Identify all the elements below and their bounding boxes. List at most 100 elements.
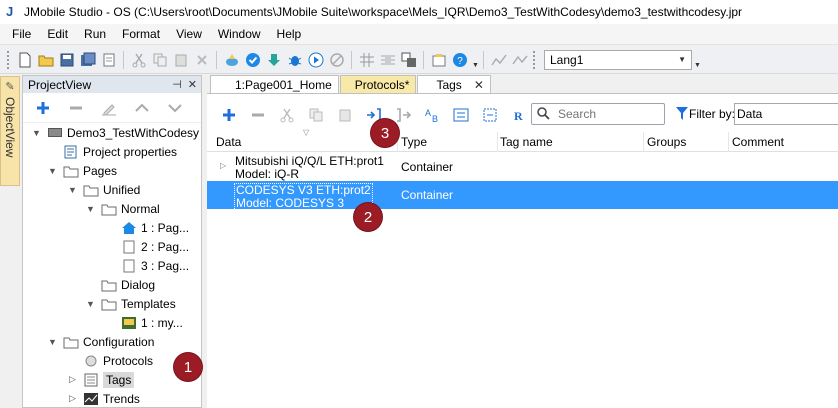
- tree-item[interactable]: ▼ Templates: [85, 294, 176, 313]
- tree-item[interactable]: ▼ Unified: [67, 180, 140, 199]
- toolbar-grip[interactable]: [533, 50, 537, 69]
- language-select[interactable]: Lang1 ▼: [544, 49, 692, 70]
- tree-item[interactable]: Project properties: [47, 142, 177, 161]
- column-header-comment[interactable]: Comment: [732, 135, 784, 149]
- menu-run[interactable]: Run: [76, 24, 114, 44]
- move-up-icon[interactable]: [132, 98, 152, 118]
- column-header-data[interactable]: Data: [216, 135, 241, 149]
- splitter[interactable]: [202, 75, 206, 408]
- menu-file[interactable]: File: [4, 24, 39, 44]
- column-divider[interactable]: [643, 132, 644, 152]
- tree-item[interactable]: ▼ Demo3_TestWithCodesy: [31, 123, 199, 142]
- tab-protocols[interactable]: Protocols*: [339, 75, 417, 93]
- add-icon[interactable]: [33, 98, 53, 118]
- stop-icon[interactable]: [327, 50, 346, 69]
- expand-toggle-icon[interactable]: ▼: [67, 185, 78, 195]
- tree-item[interactable]: 3 : Pag...: [105, 256, 189, 275]
- cut-icon[interactable]: [277, 105, 297, 125]
- expand-toggle-icon[interactable]: ▼: [47, 337, 58, 347]
- row-model: Model: CODESYS 3: [236, 196, 345, 210]
- build-icon[interactable]: [222, 50, 241, 69]
- paste-icon[interactable]: [171, 50, 190, 69]
- expand-toggle-icon[interactable]: ▼: [47, 166, 58, 176]
- debug-icon[interactable]: [285, 50, 304, 69]
- filter-by-select[interactable]: Data: [734, 103, 838, 125]
- table-row-selected[interactable]: CODESYS V3 ETH:prot2 Model: CODESYS 3 Co…: [207, 181, 838, 211]
- close-icon[interactable]: ✕: [474, 78, 484, 92]
- project-view-header: ProjectView ⊣ ✕: [23, 76, 201, 93]
- tab-page001-home[interactable]: 1:Page001_Home: [210, 75, 339, 93]
- dictionary-icon[interactable]: [480, 105, 500, 125]
- run-icon[interactable]: [306, 50, 325, 69]
- group-tags-icon[interactable]: [451, 105, 471, 125]
- window-title: JMobile Studio - OS (C:\Users\root\Docum…: [24, 5, 743, 19]
- column-header-groups[interactable]: Groups: [647, 135, 686, 149]
- delete-icon[interactable]: [192, 50, 211, 69]
- toolbar-overflow-icon[interactable]: ▼: [694, 51, 701, 69]
- chart-icon[interactable]: [489, 50, 508, 69]
- toolbar-overflow-icon[interactable]: ▼: [472, 51, 479, 69]
- objectview-side-tab[interactable]: ✎ ObjectView: [0, 76, 20, 186]
- move-down-icon[interactable]: [165, 98, 185, 118]
- tab-tags[interactable]: Tags ✕: [417, 75, 491, 93]
- tree-item-label: Configuration: [83, 334, 155, 349]
- tree-item[interactable]: Protocols: [67, 351, 153, 370]
- tree-item[interactable]: 2 : Pag...: [105, 237, 189, 256]
- tree-item[interactable]: ▷ Tags: [67, 370, 135, 389]
- expand-icon[interactable]: ▷: [220, 161, 226, 170]
- tree-item[interactable]: ▼ Normal: [85, 199, 160, 218]
- paste-icon[interactable]: [335, 105, 355, 125]
- search-input[interactable]: [558, 107, 648, 121]
- tree-item[interactable]: ▼ Pages: [47, 161, 117, 180]
- tree-item[interactable]: ▷ Trends: [67, 389, 140, 408]
- download-icon[interactable]: [264, 50, 283, 69]
- add-tag-icon[interactable]: [219, 105, 239, 125]
- tree-item[interactable]: 1 : Pag...: [105, 218, 189, 237]
- expand-toggle-icon[interactable]: ▼: [85, 299, 96, 309]
- menu-window[interactable]: Window: [210, 24, 269, 44]
- save-icon[interactable]: [57, 50, 76, 69]
- close-icon[interactable]: ✕: [188, 78, 197, 91]
- tree-item[interactable]: Dialog: [85, 275, 155, 294]
- pin-icon[interactable]: ⊣: [172, 78, 182, 91]
- remove-icon[interactable]: [66, 98, 86, 118]
- new-file-icon[interactable]: [15, 50, 34, 69]
- toolbar-grip[interactable]: [7, 50, 11, 69]
- column-divider[interactable]: [497, 132, 498, 152]
- export-icon[interactable]: [99, 50, 118, 69]
- check-icon[interactable]: [243, 50, 262, 69]
- export-tags-icon[interactable]: [393, 105, 413, 125]
- menu-edit[interactable]: Edit: [39, 24, 76, 44]
- grid-icon[interactable]: [357, 50, 376, 69]
- column-divider[interactable]: [728, 132, 729, 152]
- expand-toggle-icon[interactable]: ▷: [67, 393, 78, 404]
- align-icon[interactable]: [399, 50, 418, 69]
- copy-icon[interactable]: [306, 105, 326, 125]
- tags-toolbar: AB R Filter by: Data: [207, 102, 838, 128]
- save-all-icon[interactable]: [78, 50, 97, 69]
- expand-toggle-icon[interactable]: ▼: [85, 204, 96, 214]
- tree-item-label: Protocols: [103, 353, 154, 368]
- properties-icon[interactable]: [429, 50, 448, 69]
- cut-icon[interactable]: [129, 50, 148, 69]
- column-header-type[interactable]: Type: [401, 135, 427, 149]
- convert-tags-icon[interactable]: AB: [422, 105, 442, 125]
- expand-toggle-icon[interactable]: ▼: [31, 128, 42, 138]
- help-icon[interactable]: ?: [450, 50, 469, 69]
- table-row[interactable]: ▷ Mitsubishi iQ/Q/L ETH:prot1 Model: iQ-…: [207, 153, 838, 181]
- trend-icon[interactable]: [510, 50, 529, 69]
- menu-view[interactable]: View: [168, 24, 210, 44]
- column-header-tag-name[interactable]: Tag name: [500, 135, 553, 149]
- snap-icon[interactable]: [378, 50, 397, 69]
- rename-icon[interactable]: [99, 98, 119, 118]
- copy-icon[interactable]: [150, 50, 169, 69]
- open-folder-icon[interactable]: [36, 50, 55, 69]
- remove-tag-icon[interactable]: [248, 105, 268, 125]
- menu-help[interactable]: Help: [269, 24, 310, 44]
- refactor-icon[interactable]: R: [509, 105, 529, 125]
- tree-item[interactable]: ▼ Configuration: [47, 332, 154, 351]
- menu-format[interactable]: Format: [114, 24, 168, 44]
- search-box[interactable]: [531, 103, 665, 125]
- expand-toggle-icon[interactable]: ▷: [67, 374, 78, 385]
- tree-item[interactable]: 1 : my...: [105, 313, 183, 332]
